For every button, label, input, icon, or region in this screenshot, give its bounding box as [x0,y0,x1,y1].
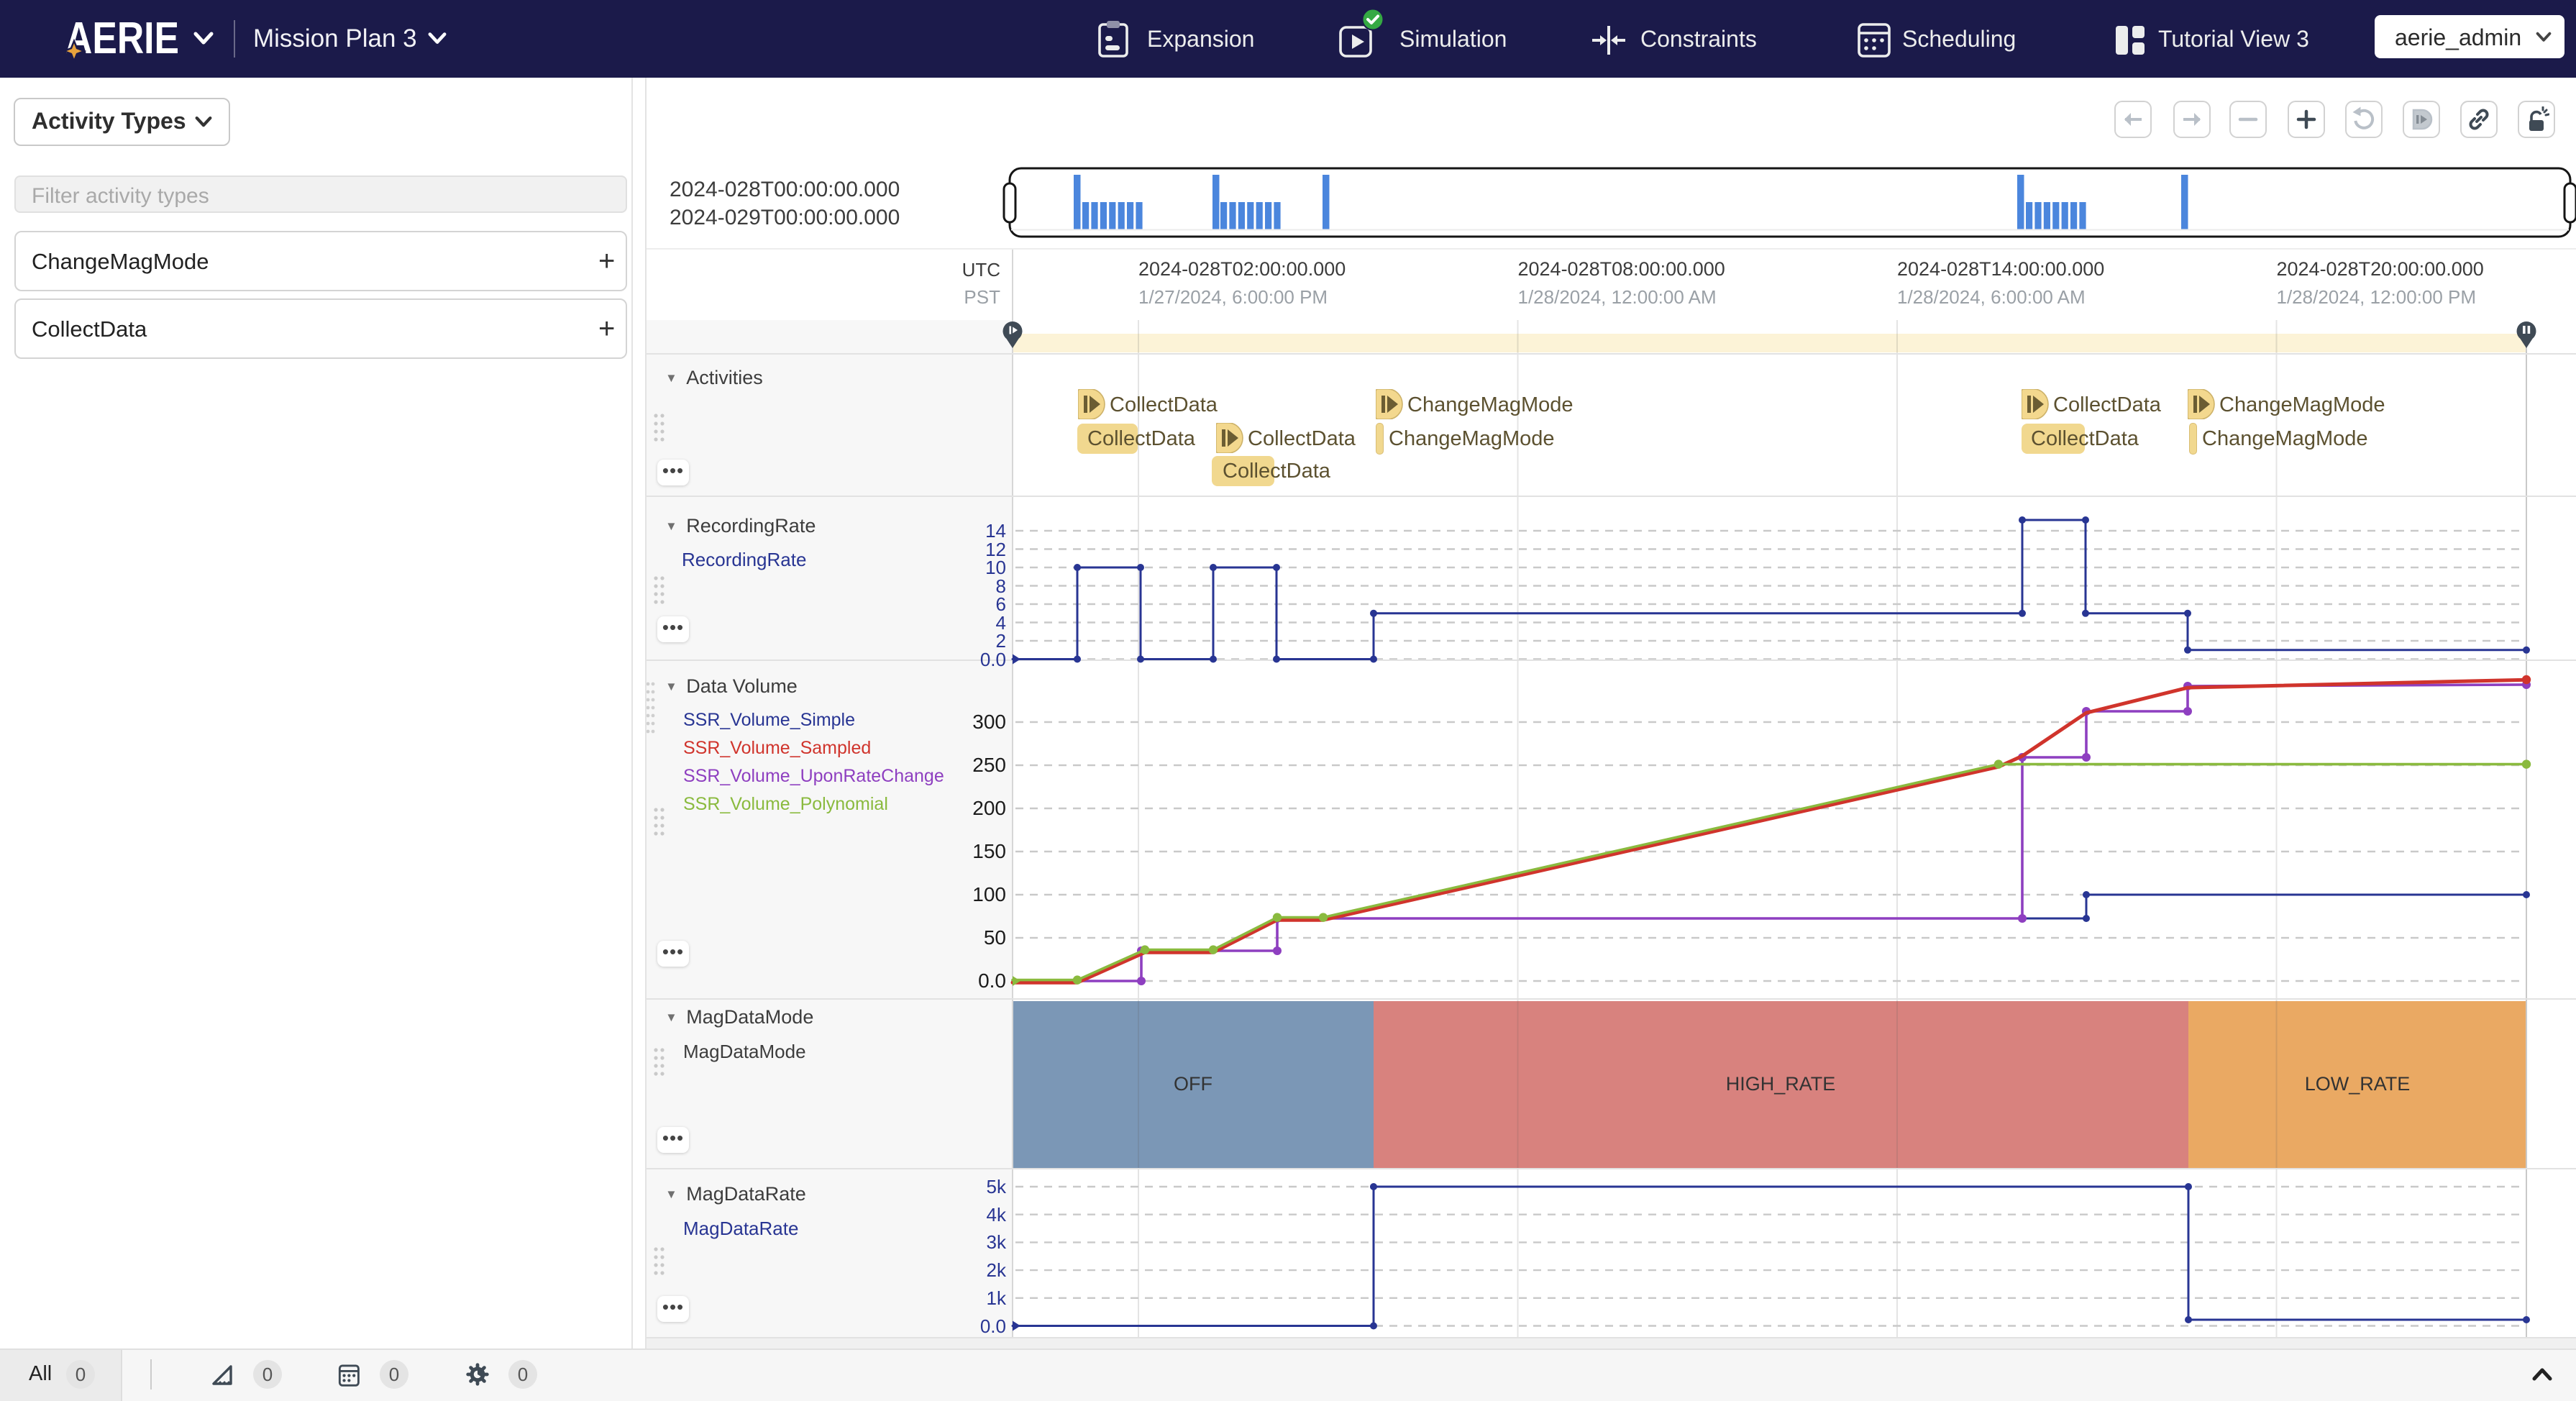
svg-text:AERIE: AERIE [65,14,179,63]
